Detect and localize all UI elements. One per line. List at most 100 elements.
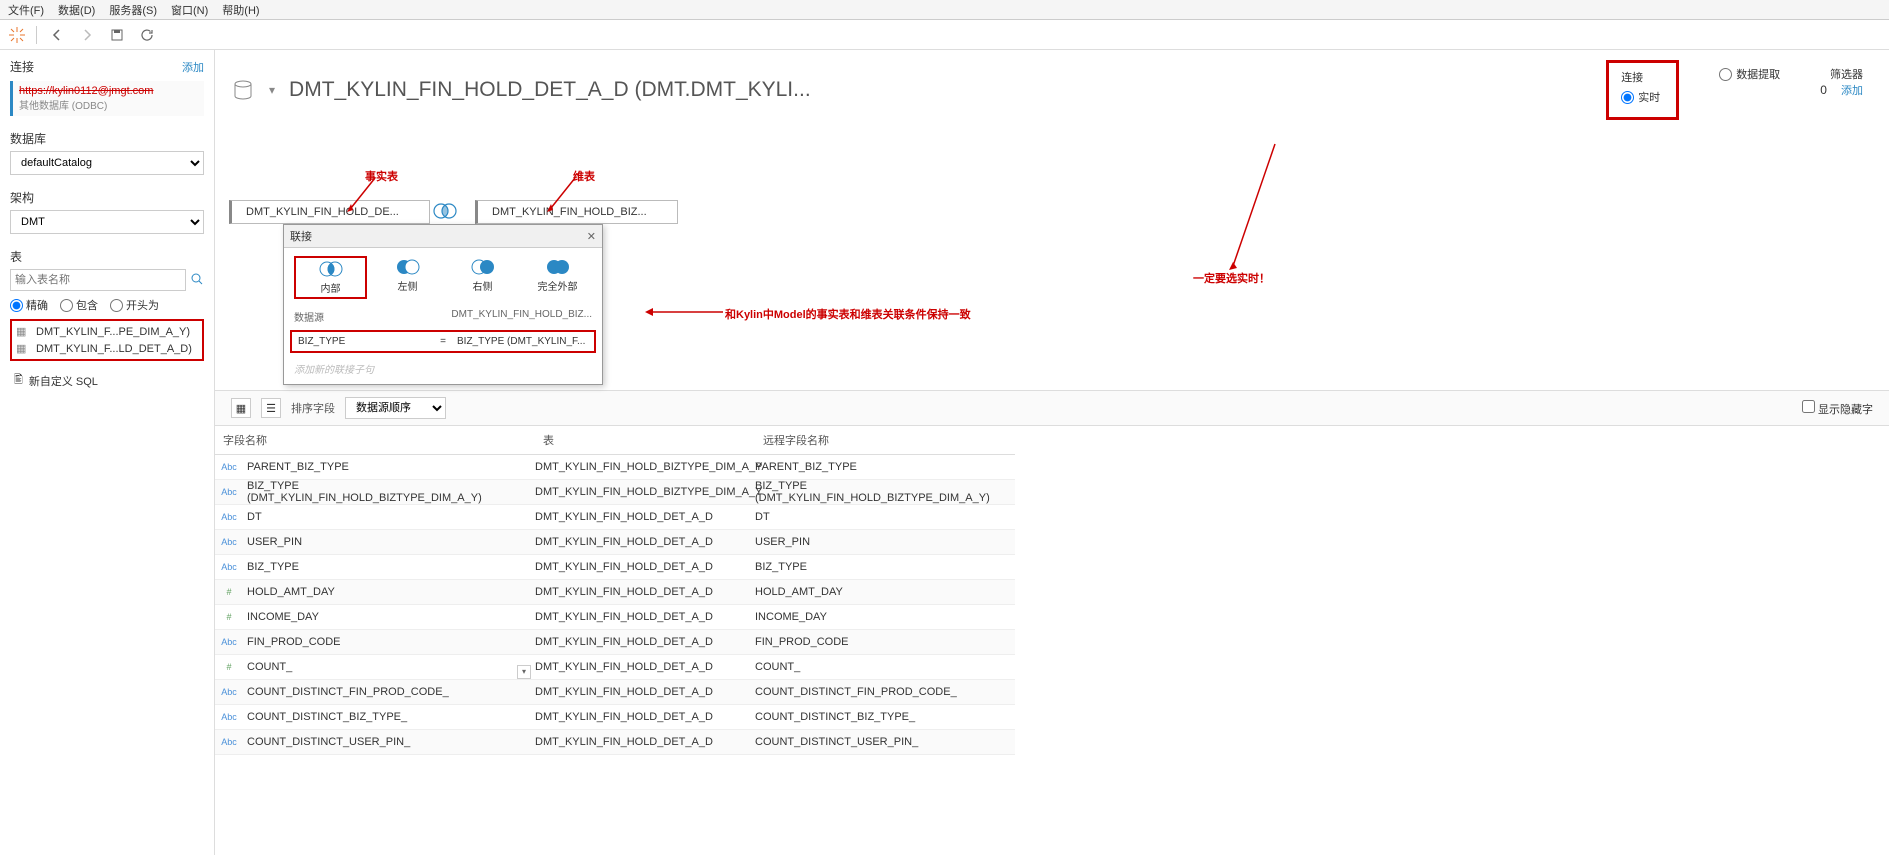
type-icon: #	[215, 612, 243, 622]
field-name[interactable]: PARENT_BIZ_TYPE	[243, 461, 535, 473]
join-icon[interactable]	[431, 202, 459, 220]
table-item[interactable]: ▦ DMT_KYLIN_F...LD_DET_A_D)	[12, 340, 202, 357]
field-name[interactable]: BIZ_TYPE	[243, 561, 535, 573]
grid-row[interactable]: AbcCOUNT_DISTINCT_FIN_PROD_CODE_DMT_KYLI…	[215, 680, 1015, 705]
back-button[interactable]	[47, 25, 67, 45]
menu-file[interactable]: 文件(F)	[8, 2, 44, 18]
join-type-inner[interactable]: 内部	[294, 256, 367, 299]
sidebar: 连接 添加 https://kylin0112@jmgt.com 其他数据库 (…	[0, 50, 215, 855]
join-popup: 联接 ✕ 内部 左侧 右侧	[283, 224, 603, 385]
search-icon[interactable]	[190, 272, 204, 289]
grid-row[interactable]: AbcCOUNT_DISTINCT_USER_PIN_DMT_KYLIN_FIN…	[215, 730, 1015, 755]
radio-live[interactable]: 实时	[1621, 89, 1660, 105]
field-name[interactable]: DT	[243, 511, 535, 523]
canvas-table-2[interactable]: DMT_KYLIN_FIN_HOLD_BIZ...	[475, 200, 678, 224]
join-condition-row[interactable]: BIZ_TYPE = BIZ_TYPE (DMT_KYLIN_F...	[290, 330, 596, 353]
annotation-join-condition: 和Kylin中Model的事实表和维表关联条件保持一致	[725, 306, 971, 322]
menu-window[interactable]: 窗口(N)	[171, 2, 208, 18]
forward-button[interactable]	[77, 25, 97, 45]
connection-item[interactable]: https://kylin0112@jmgt.com 其他数据库 (ODBC)	[10, 81, 204, 116]
grid-row[interactable]: #COUNT_▾DMT_KYLIN_FIN_HOLD_DET_A_DCOUNT_	[215, 655, 1015, 680]
field-table: DMT_KYLIN_FIN_HOLD_DET_A_D	[535, 736, 755, 748]
grid-row[interactable]: AbcBIZ_TYPEDMT_KYLIN_FIN_HOLD_DET_A_DBIZ…	[215, 555, 1015, 580]
field-remote: BIZ_TYPE	[755, 561, 1015, 573]
join-condition-left[interactable]: BIZ_TYPE	[298, 336, 429, 347]
grid-row[interactable]: AbcBIZ_TYPE (DMT_KYLIN_FIN_HOLD_BIZTYPE_…	[215, 480, 1015, 505]
grid-row[interactable]: AbcPARENT_BIZ_TYPEDMT_KYLIN_FIN_HOLD_BIZ…	[215, 455, 1015, 480]
col-header-name[interactable]: 字段名称	[215, 426, 535, 454]
refresh-button[interactable]	[137, 25, 157, 45]
field-name[interactable]: HOLD_AMT_DAY	[243, 586, 535, 598]
field-remote: PARENT_BIZ_TYPE	[755, 461, 1015, 473]
field-remote: COUNT_DISTINCT_FIN_PROD_CODE_	[755, 686, 1015, 698]
field-table: DMT_KYLIN_FIN_HOLD_DET_A_D	[535, 511, 755, 523]
field-name[interactable]: COUNT_DISTINCT_BIZ_TYPE_	[243, 711, 535, 723]
add-join-clause[interactable]: 添加新的联接子句	[284, 357, 602, 384]
annotation-realtime: 一定要选实时！	[1193, 270, 1270, 286]
show-hidden-checkbox[interactable]: 显示隐藏字	[1802, 400, 1873, 417]
list-view-icon[interactable]: ☰	[261, 398, 281, 418]
radio-starts[interactable]: 开头为	[110, 297, 159, 313]
type-icon: Abc	[215, 487, 243, 497]
database-select[interactable]: defaultCatalog	[10, 151, 204, 175]
sort-label: 排序字段	[291, 400, 335, 416]
sort-select[interactable]: 数据源顺序	[345, 397, 446, 419]
radio-extract[interactable]: 数据提取	[1719, 66, 1780, 82]
field-table: DMT_KYLIN_FIN_HOLD_DET_A_D	[535, 661, 755, 673]
join-type-full[interactable]: 完全外部	[523, 256, 592, 299]
field-remote: INCOME_DAY	[755, 611, 1015, 623]
close-icon[interactable]: ✕	[587, 230, 596, 243]
menu-server[interactable]: 服务器(S)	[109, 2, 157, 18]
field-table: DMT_KYLIN_FIN_HOLD_DET_A_D	[535, 561, 755, 573]
grid-view-icon[interactable]: ▦	[231, 398, 251, 418]
grid-row[interactable]: AbcUSER_PINDMT_KYLIN_FIN_HOLD_DET_A_DUSE…	[215, 530, 1015, 555]
field-table: DMT_KYLIN_FIN_HOLD_DET_A_D	[535, 586, 755, 598]
field-name[interactable]: FIN_PROD_CODE	[243, 636, 535, 648]
app-logo-icon	[8, 26, 26, 44]
radio-exact[interactable]: 精确	[10, 297, 48, 313]
table-item[interactable]: ▦ DMT_KYLIN_F...PE_DIM_A_Y)	[12, 323, 202, 340]
type-icon: Abc	[215, 687, 243, 697]
grid-row[interactable]: AbcCOUNT_DISTINCT_BIZ_TYPE_DMT_KYLIN_FIN…	[215, 705, 1015, 730]
schema-label: 架构	[10, 189, 204, 206]
filter-count: 0	[1820, 83, 1827, 97]
field-name[interactable]: USER_PIN	[243, 536, 535, 548]
connections-label: 连接	[10, 58, 34, 75]
radio-contains[interactable]: 包含	[60, 297, 98, 313]
field-dropdown-icon[interactable]: ▾	[517, 665, 531, 679]
grid-row[interactable]: AbcFIN_PROD_CODEDMT_KYLIN_FIN_HOLD_DET_A…	[215, 630, 1015, 655]
type-icon: Abc	[215, 462, 243, 472]
grid-row[interactable]: #HOLD_AMT_DAYDMT_KYLIN_FIN_HOLD_DET_A_DH…	[215, 580, 1015, 605]
custom-sql-link[interactable]: 🖺 新自定义 SQL	[10, 369, 204, 392]
connection-name: https://kylin0112@jmgt.com	[19, 85, 198, 97]
canvas-table-1[interactable]: DMT_KYLIN_FIN_HOLD_DE...	[229, 200, 430, 224]
join-condition-right[interactable]: BIZ_TYPE (DMT_KYLIN_F...	[457, 336, 588, 347]
schema-select[interactable]: DMT	[10, 210, 204, 234]
grid-row[interactable]: #INCOME_DAYDMT_KYLIN_FIN_HOLD_DET_A_DINC…	[215, 605, 1015, 630]
join-type-left[interactable]: 左侧	[373, 256, 442, 299]
toolbar	[0, 20, 1889, 50]
field-name[interactable]: COUNT_▾	[243, 661, 535, 673]
table-icon: ▦	[16, 342, 30, 355]
menu-help[interactable]: 帮助(H)	[222, 2, 259, 18]
save-button[interactable]	[107, 25, 127, 45]
grid-row[interactable]: AbcDTDMT_KYLIN_FIN_HOLD_DET_A_DDT	[215, 505, 1015, 530]
join-type-right[interactable]: 右侧	[448, 256, 517, 299]
field-remote: USER_PIN	[755, 536, 1015, 548]
join-canvas[interactable]: DMT_KYLIN_FIN_HOLD_DE... DMT_KYLIN_FIN_H…	[215, 130, 1889, 390]
table-search-input[interactable]	[10, 269, 186, 291]
join-condition-op: =	[435, 336, 451, 347]
type-icon: Abc	[215, 512, 243, 522]
field-table: DMT_KYLIN_FIN_HOLD_BIZTYPE_DIM_A_Y	[535, 486, 755, 498]
field-name[interactable]: COUNT_DISTINCT_FIN_PROD_CODE_	[243, 686, 535, 698]
add-connection-link[interactable]: 添加	[182, 59, 204, 75]
col-header-table[interactable]: 表	[535, 426, 755, 454]
dropdown-arrow-icon[interactable]: ▾	[269, 83, 275, 97]
field-name[interactable]: BIZ_TYPE (DMT_KYLIN_FIN_HOLD_BIZTYPE_DIM…	[243, 480, 535, 504]
type-icon: Abc	[215, 637, 243, 647]
add-filter-link[interactable]: 添加	[1841, 85, 1863, 97]
field-name[interactable]: INCOME_DAY	[243, 611, 535, 623]
menu-data[interactable]: 数据(D)	[58, 2, 95, 18]
field-name[interactable]: COUNT_DISTINCT_USER_PIN_	[243, 736, 535, 748]
col-header-remote[interactable]: 远程字段名称	[755, 426, 1015, 454]
